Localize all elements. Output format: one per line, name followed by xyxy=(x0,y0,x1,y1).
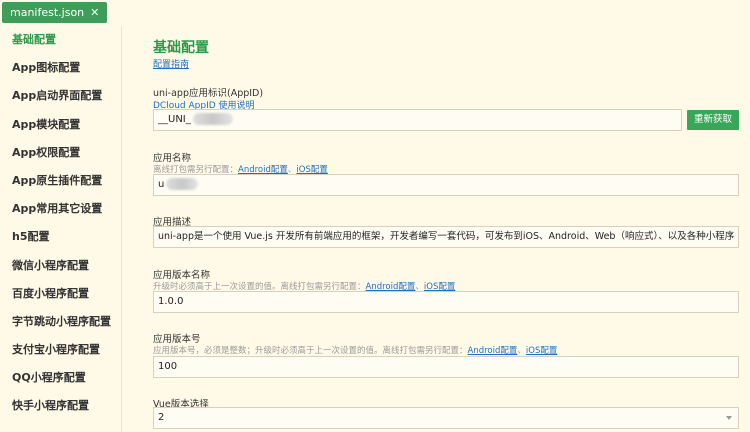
sidebar-item-toutiao-mp[interactable]: 字节跳动小程序配置 xyxy=(0,308,121,336)
separator: 、 xyxy=(517,346,526,356)
app-name-label: 应用名称 xyxy=(153,153,192,164)
sidebar-item-alipay-mp[interactable]: 支付宝小程序配置 xyxy=(0,336,121,364)
appid-label: uni-app应用标识(AppID) xyxy=(153,88,264,99)
sidebar-item-baidu-mp[interactable]: 百度小程序配置 xyxy=(0,280,121,308)
sidebar-item-app-icon[interactable]: App图标配置 xyxy=(0,54,121,82)
sidebar-item-basic[interactable]: 基础配置 xyxy=(0,26,121,54)
sidebar-item-kuaishou-mp[interactable]: 快手小程序配置 xyxy=(0,392,121,420)
version-name-label: 应用版本名称 xyxy=(153,270,211,281)
sidebar-item-app-splash[interactable]: App启动界面配置 xyxy=(0,82,121,110)
redacted-value xyxy=(192,113,233,125)
version-code-hint: 应用版本号，必须是整数；升级时必须高于上一次设置的值。离线打包需另行配置：And… xyxy=(153,344,557,356)
hint-text: 应用版本号，必须是整数；升级时必须高于上一次设置的值。离线打包需另行配置： xyxy=(153,346,468,356)
close-icon[interactable]: ✕ xyxy=(90,2,99,23)
version-code-field[interactable]: 100 xyxy=(153,356,739,378)
appid-field[interactable]: __UNI_ xyxy=(153,109,682,131)
refresh-appid-button[interactable]: 重新获取 xyxy=(687,110,739,130)
app-name-field[interactable]: u xyxy=(153,174,739,196)
sidebar: 基础配置 App图标配置 App启动界面配置 App模块配置 App权限配置 A… xyxy=(0,26,122,432)
vue-version-value: 2 xyxy=(158,412,165,423)
tab-title: manifest.json xyxy=(10,6,85,19)
version-code-label: 应用版本号 xyxy=(153,334,201,345)
guide-link[interactable]: 配置指南 xyxy=(153,57,189,70)
ios-config-link[interactable]: iOS配置 xyxy=(526,346,557,356)
sidebar-item-qq-mp[interactable]: QQ小程序配置 xyxy=(0,364,121,392)
chevron-down-icon[interactable] xyxy=(726,416,732,420)
sidebar-item-weixin-mp[interactable]: 微信小程序配置 xyxy=(0,252,121,280)
page-title: 基础配置 xyxy=(153,40,209,56)
android-config-link[interactable]: Android配置 xyxy=(468,346,518,356)
main-panel: 基础配置 配置指南 uni-app应用标识(AppID) DCloud AppI… xyxy=(122,26,750,432)
vue-version-select[interactable]: 2 xyxy=(153,407,739,429)
appid-value: __UNI_ xyxy=(158,114,191,125)
sidebar-item-app-permissions[interactable]: App权限配置 xyxy=(0,139,121,167)
sidebar-item-app-other-settings[interactable]: App常用其它设置 xyxy=(0,195,121,223)
tab-bar: manifest.json ✕ xyxy=(0,0,750,26)
redacted-value xyxy=(166,178,199,190)
sidebar-item-h5[interactable]: h5配置 xyxy=(0,223,121,251)
sidebar-item-app-native-plugins[interactable]: App原生插件配置 xyxy=(0,167,121,195)
app-name-value: u xyxy=(158,179,165,190)
sidebar-item-app-modules[interactable]: App模块配置 xyxy=(0,111,121,139)
version-name-field[interactable]: 1.0.0 xyxy=(153,291,739,313)
tab-manifest-json[interactable]: manifest.json ✕ xyxy=(2,2,108,23)
app-desc-field[interactable]: uni-app是一个使用 Vue.js 开发所有前端应用的框架，开发者编写一套代… xyxy=(153,226,739,248)
